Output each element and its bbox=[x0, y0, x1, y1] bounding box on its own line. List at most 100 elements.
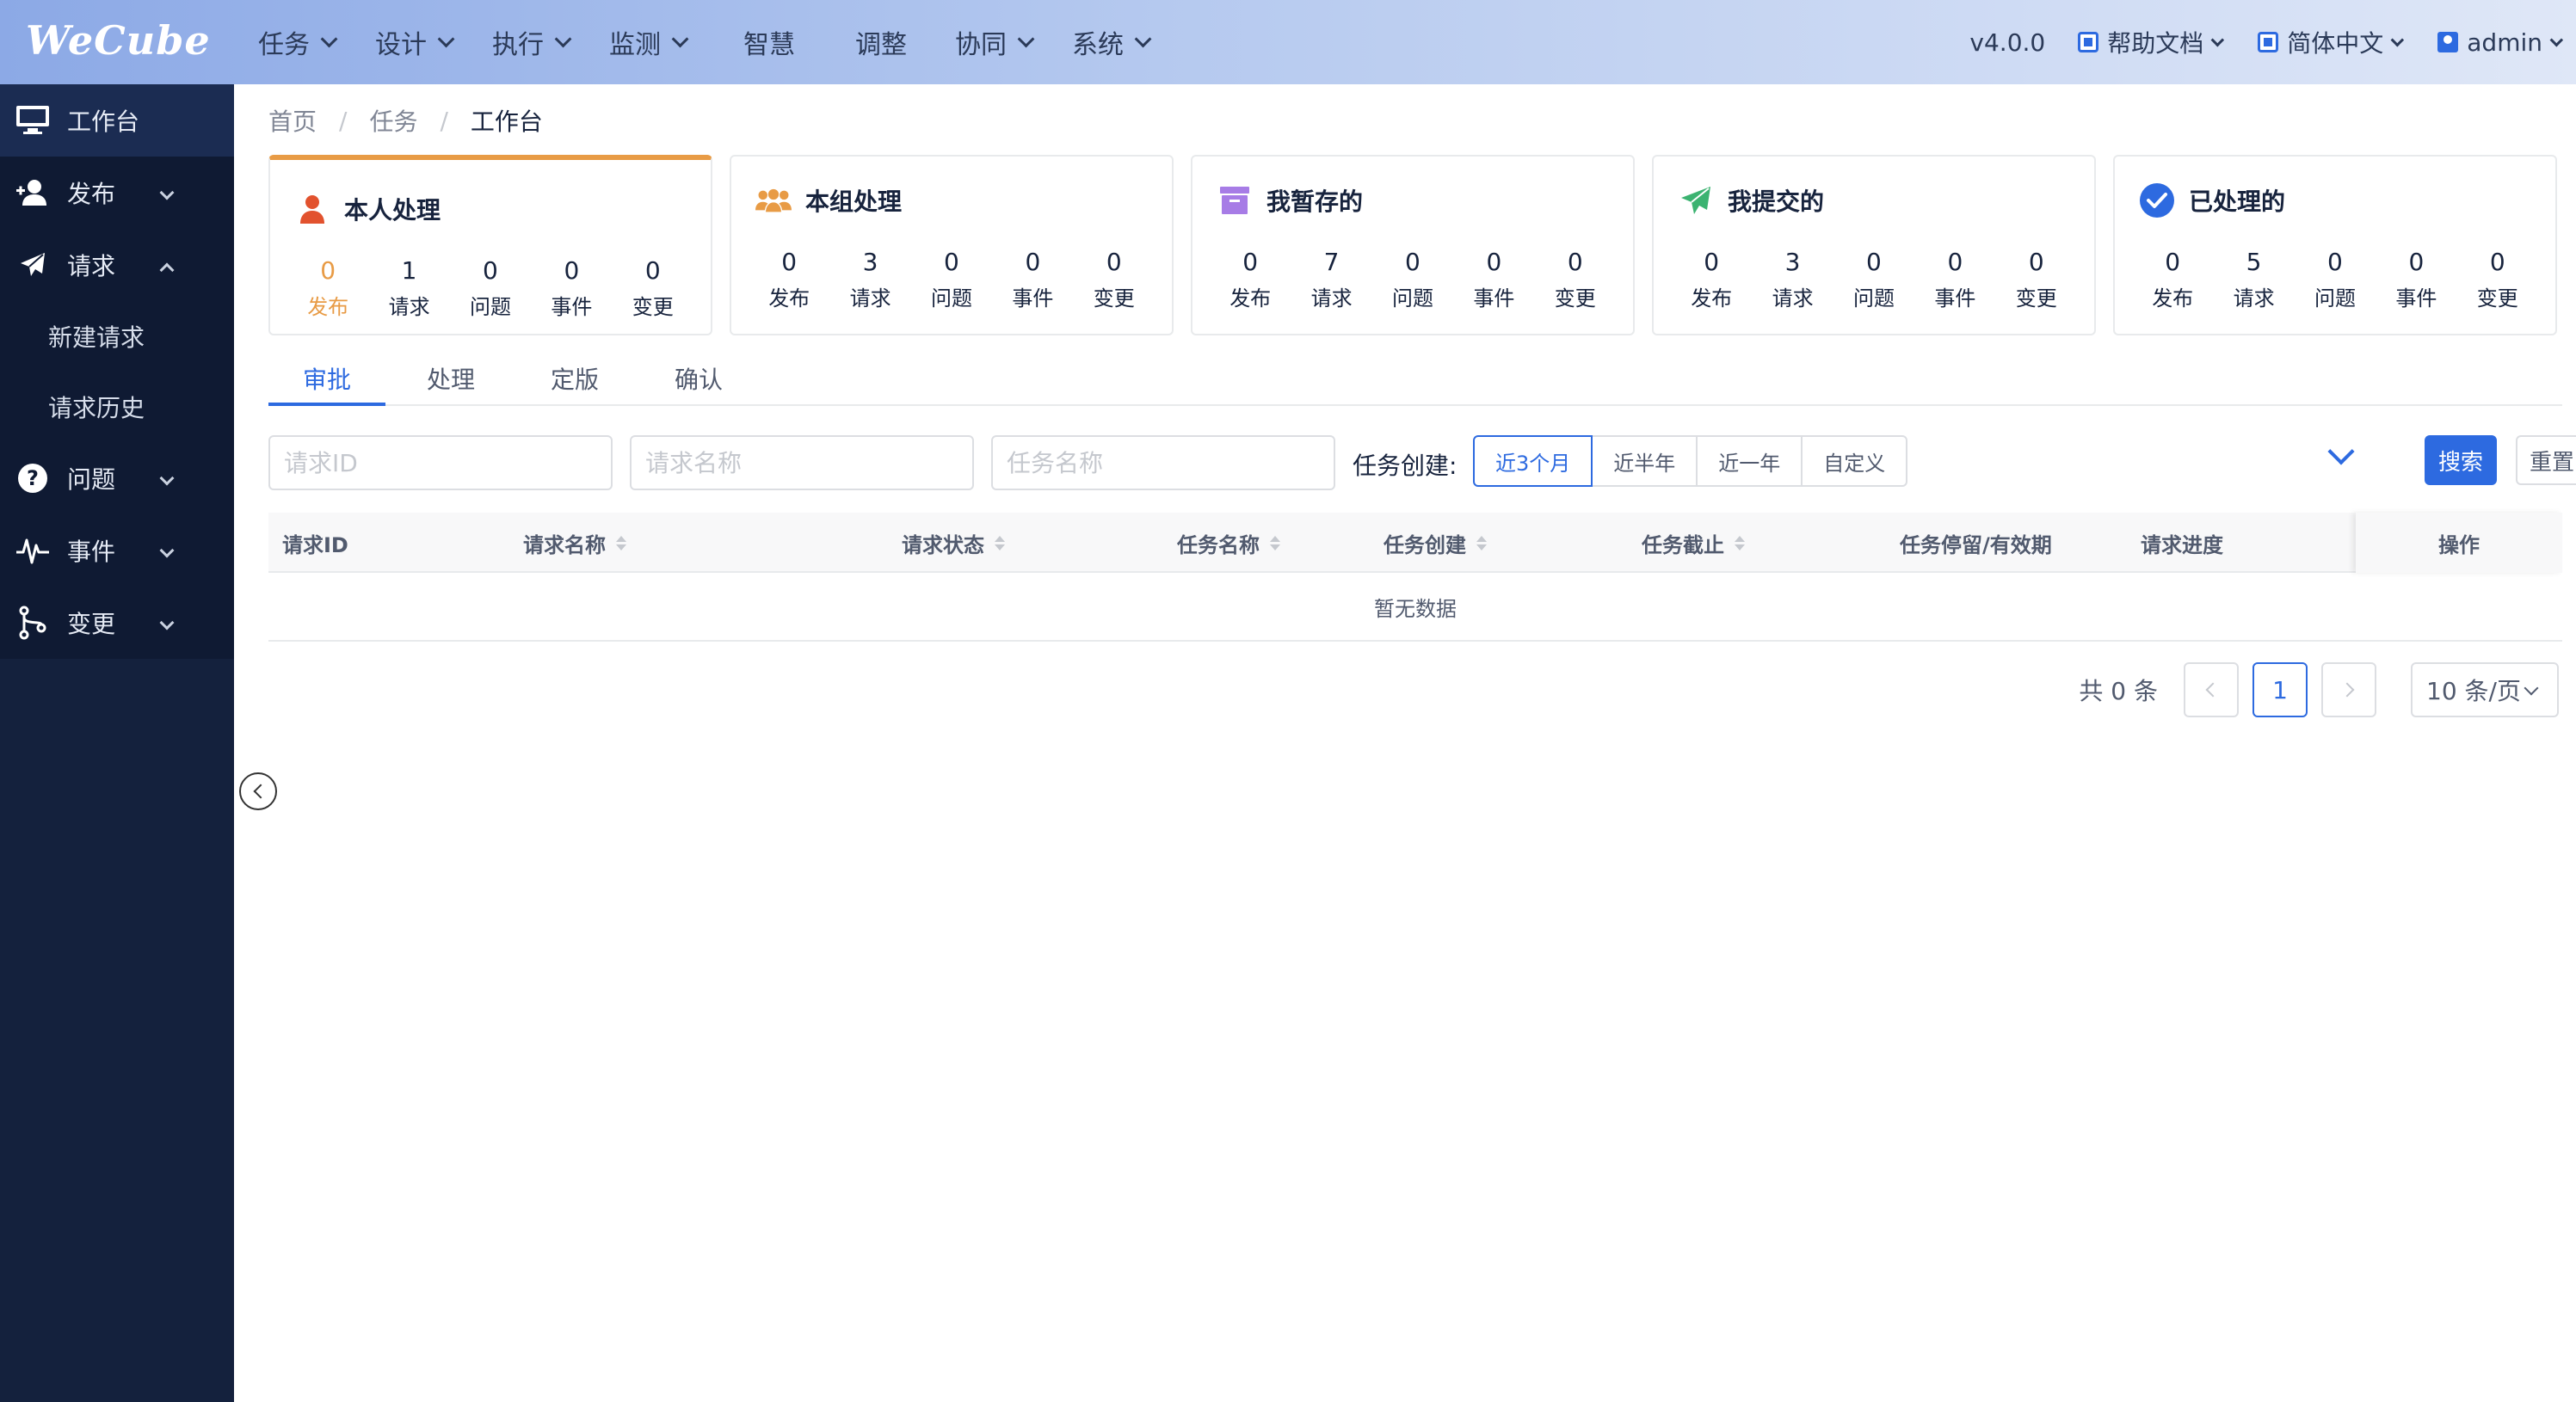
range-custom[interactable]: 自定义 bbox=[1801, 435, 1908, 487]
stat-problem[interactable]: 0 问题 bbox=[456, 256, 525, 320]
sidebar-item-request-history[interactable]: 请求历史 bbox=[0, 372, 234, 442]
stat-change[interactable]: 0 变更 bbox=[2463, 248, 2532, 311]
stat-change[interactable]: 0 变更 bbox=[1541, 248, 1610, 311]
stat-number: 0 bbox=[944, 248, 959, 276]
stat-label: 问题 bbox=[2314, 286, 2356, 311]
tab-approve[interactable]: 审批 bbox=[268, 358, 386, 406]
question-icon: ? bbox=[15, 461, 50, 495]
chevron-up-icon bbox=[159, 262, 175, 278]
nav-execute[interactable]: 执行 bbox=[492, 23, 572, 61]
stat-number: 0 bbox=[1704, 248, 1720, 276]
breadcrumb-home[interactable]: 首页 bbox=[268, 103, 317, 138]
stat-event[interactable]: 0 事件 bbox=[2382, 248, 2450, 311]
sidebar-item-label: 请求历史 bbox=[48, 394, 145, 422]
sidebar-item-event[interactable]: 事件 bbox=[0, 514, 234, 587]
nav-collab[interactable]: 协同 bbox=[955, 23, 1035, 61]
card-stats: 0 发布 5 请求 0 问题 0 事件 0 变更 bbox=[2132, 248, 2538, 311]
stat-event[interactable]: 0 事件 bbox=[1459, 248, 1528, 311]
breadcrumb-task[interactable]: 任务 bbox=[369, 103, 417, 138]
stat-request[interactable]: 5 请求 bbox=[2220, 248, 2289, 311]
stat-problem[interactable]: 0 问题 bbox=[1840, 248, 1908, 311]
stat-label: 请求 bbox=[1772, 286, 1814, 311]
card-processed[interactable]: 已处理的 0 发布 5 请求 0 问题 0 事件 0 变更 bbox=[2113, 155, 2557, 335]
range-half-year[interactable]: 近半年 bbox=[1591, 435, 1698, 487]
stat-request[interactable]: 1 请求 bbox=[375, 256, 444, 320]
nav-monitor[interactable]: 监测 bbox=[609, 23, 689, 61]
sort-icon[interactable] bbox=[1270, 535, 1280, 550]
prev-page-button[interactable] bbox=[2184, 662, 2239, 717]
stat-request[interactable]: 7 请求 bbox=[1297, 248, 1366, 311]
tab-handle[interactable]: 处理 bbox=[392, 358, 509, 406]
stat-request[interactable]: 3 请求 bbox=[1759, 248, 1827, 311]
stat-problem[interactable]: 0 问题 bbox=[2301, 248, 2370, 311]
main-content: 首页 / 任务 / 工作台 本人处理 0 发布 1 请求 0 问题 0 事件 0 变更 本… bbox=[234, 84, 2576, 1402]
stat-release[interactable]: 0 发布 bbox=[1216, 248, 1285, 311]
task-name-input[interactable] bbox=[991, 435, 1335, 490]
stat-change[interactable]: 0 变更 bbox=[2002, 248, 2071, 311]
sidebar-item-new-request[interactable]: 新建请求 bbox=[0, 301, 234, 372]
range-3-months[interactable]: 近3个月 bbox=[1473, 435, 1593, 487]
breadcrumb: 首页 / 任务 / 工作台 bbox=[268, 103, 543, 138]
nav-system[interactable]: 系统 bbox=[1072, 23, 1152, 61]
card-my-submitted[interactable]: 我提交的 0 发布 3 请求 0 问题 0 事件 0 变更 bbox=[1652, 155, 2096, 335]
sidebar-item-problem[interactable]: ? 问题 bbox=[0, 442, 234, 514]
sort-icon[interactable] bbox=[995, 535, 1005, 550]
stat-problem[interactable]: 0 问题 bbox=[1378, 248, 1447, 311]
nav-wisdom[interactable]: 智慧 bbox=[743, 23, 795, 61]
sidebar: 工作台 发布 请求 新建请求 请求历史 ? 问题 事件 变更 bbox=[0, 84, 234, 1402]
page-size-select[interactable]: 10 条/页 bbox=[2411, 662, 2559, 717]
stat-label: 问题 bbox=[1391, 286, 1433, 311]
stat-event[interactable]: 0 事件 bbox=[1920, 248, 1989, 311]
stat-release[interactable]: 0 发布 bbox=[2138, 248, 2207, 311]
reset-button[interactable]: 重置 bbox=[2516, 435, 2576, 485]
table-header: 请求ID 请求名称 请求状态 任务名称 任务创建 任务截止 任务停留/有效期 请… bbox=[268, 513, 2562, 573]
pulse-icon bbox=[15, 533, 50, 568]
stat-label: 变更 bbox=[2015, 286, 2057, 311]
card-my-drafts[interactable]: 我暂存的 0 发布 7 请求 0 问题 0 事件 0 变更 bbox=[1191, 155, 1635, 335]
stat-problem[interactable]: 0 问题 bbox=[917, 248, 986, 311]
page-number[interactable]: 1 bbox=[2252, 662, 2308, 717]
language-menu[interactable]: 简体中文 bbox=[2258, 25, 2405, 59]
breadcrumb-separator: / bbox=[339, 106, 348, 135]
nav-adjust[interactable]: 调整 bbox=[855, 23, 907, 61]
stat-label: 变更 bbox=[1554, 286, 1596, 311]
app-logo[interactable]: WeCube bbox=[26, 12, 211, 69]
next-page-button[interactable] bbox=[2321, 662, 2376, 717]
tab-finalize[interactable]: 定版 bbox=[516, 358, 633, 406]
nav-task[interactable]: 任务 bbox=[258, 23, 338, 61]
request-id-input[interactable] bbox=[268, 435, 613, 490]
search-button[interactable]: 搜索 bbox=[2425, 435, 2497, 485]
sidebar-item-workbench[interactable]: 工作台 bbox=[0, 84, 234, 157]
sidebar-item-release[interactable]: 发布 bbox=[0, 157, 234, 229]
expand-filters-icon[interactable] bbox=[2325, 440, 2359, 475]
stat-event[interactable]: 0 事件 bbox=[998, 248, 1067, 311]
help-docs-menu[interactable]: 帮助文档 bbox=[2078, 25, 2225, 59]
card-my-handle[interactable]: 本人处理 0 发布 1 请求 0 问题 0 事件 0 变更 bbox=[268, 155, 712, 335]
request-name-input[interactable] bbox=[630, 435, 974, 490]
range-one-year[interactable]: 近一年 bbox=[1696, 435, 1803, 487]
stat-release[interactable]: 0 发布 bbox=[1677, 248, 1746, 311]
stat-release[interactable]: 0 发布 bbox=[755, 248, 823, 311]
sort-icon[interactable] bbox=[616, 535, 626, 550]
stat-event[interactable]: 0 事件 bbox=[537, 256, 606, 320]
card-title: 已处理的 bbox=[2139, 182, 2285, 218]
stat-request[interactable]: 3 请求 bbox=[836, 248, 905, 311]
sidebar-item-label: 发布 bbox=[67, 180, 116, 208]
sidebar-item-request[interactable]: 请求 bbox=[0, 229, 234, 301]
tab-confirm[interactable]: 确认 bbox=[640, 358, 757, 406]
nav-design[interactable]: 设计 bbox=[375, 23, 455, 61]
stat-number: 0 bbox=[2165, 248, 2181, 276]
chevron-down-icon bbox=[437, 30, 455, 48]
nav-task-label: 任务 bbox=[258, 30, 310, 60]
stat-change[interactable]: 0 变更 bbox=[1080, 248, 1149, 311]
card-group-handle[interactable]: 本组处理 0 发布 3 请求 0 问题 0 事件 0 变更 bbox=[730, 155, 1174, 335]
sort-icon[interactable] bbox=[1476, 535, 1487, 550]
stat-number: 0 bbox=[1567, 248, 1583, 276]
user-menu[interactable]: admin bbox=[2437, 28, 2564, 57]
stat-change[interactable]: 0 变更 bbox=[619, 256, 687, 320]
sort-icon[interactable] bbox=[1735, 535, 1745, 550]
stat-release[interactable]: 0 发布 bbox=[293, 256, 362, 320]
card-title: 我提交的 bbox=[1678, 182, 1824, 218]
sidebar-item-change[interactable]: 变更 bbox=[0, 587, 234, 659]
chevron-down-icon bbox=[2549, 33, 2564, 46]
